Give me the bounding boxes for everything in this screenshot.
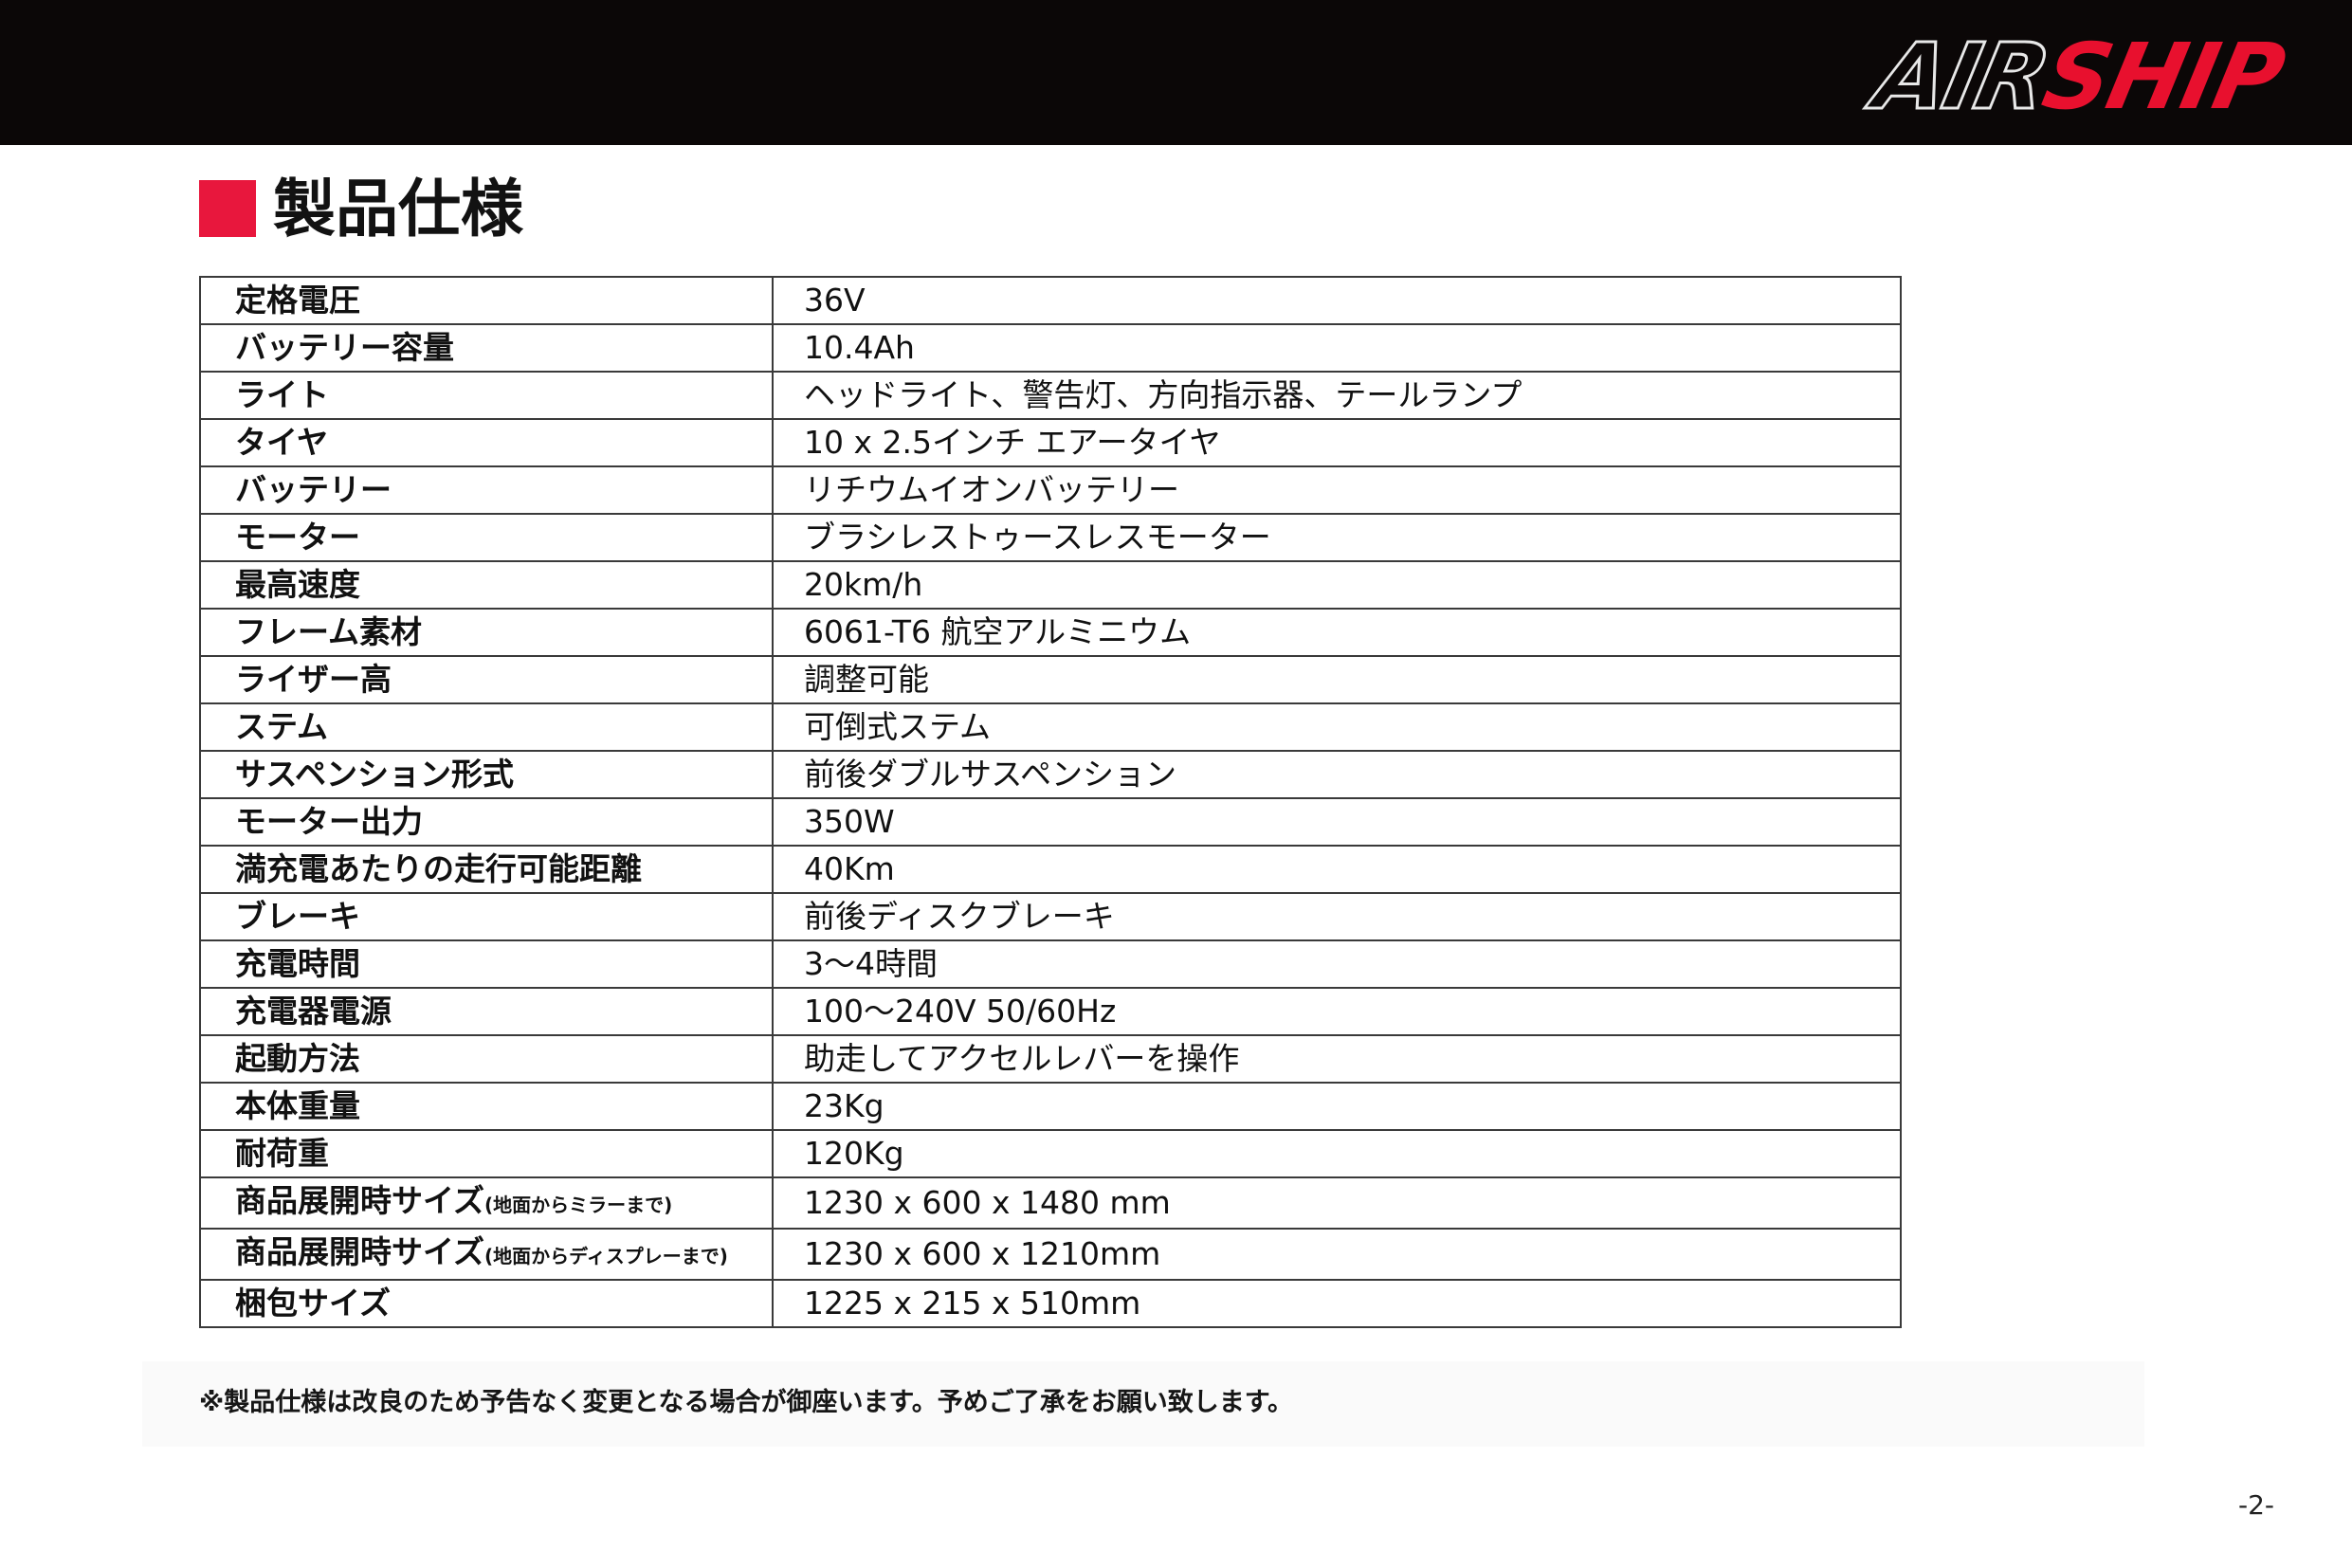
spec-label: バッテリー容量 xyxy=(199,323,774,373)
table-row: タイヤ 10 x 2.5インチ エアータイヤ xyxy=(199,418,1902,467)
spec-label-cell: 商品展開時サイズ(地面からミラーまで) xyxy=(199,1176,774,1230)
table-row: 本体重量 23Kg xyxy=(199,1082,1902,1131)
spec-value: 助走してアクセルレバーを操作 xyxy=(772,1034,1902,1084)
spec-value: 3〜4時間 xyxy=(772,939,1902,989)
spec-value: 40Km xyxy=(772,845,1902,894)
spec-value: リチウムイオンバッテリー xyxy=(772,465,1902,515)
logo-text-ship: SHIP xyxy=(2033,24,2291,130)
spec-label: サスペンション形式 xyxy=(199,750,774,799)
spec-label: 耐荷重 xyxy=(199,1129,774,1178)
top-banner: AIRSHIP xyxy=(0,0,2352,145)
table-row: バッテリー リチウムイオンバッテリー xyxy=(199,465,1902,515)
table-row: モーター ブラシレストゥースレスモーター xyxy=(199,513,1902,562)
table-row: 充電器電源 100〜240V 50/60Hz xyxy=(199,987,1902,1036)
spec-label: 充電器電源 xyxy=(199,987,774,1036)
spec-value: 前後ディスクブレーキ xyxy=(772,892,1902,941)
footnote: ※製品仕様は改良のため予告なく変更となる場合が御座います。予めご了承をお願い致し… xyxy=(199,1388,1294,1417)
section-marker-square xyxy=(199,180,256,237)
spec-value: ブラシレストゥースレスモーター xyxy=(772,513,1902,562)
spec-label: フレーム素材 xyxy=(199,608,774,657)
table-row: ステム 可倒式ステム xyxy=(199,702,1902,752)
table-row: バッテリー容量 10.4Ah xyxy=(199,323,1902,373)
spec-label: 起動方法 xyxy=(199,1034,774,1084)
spec-label: モーター出力 xyxy=(199,797,774,847)
table-row: 商品展開時サイズ(地面からミラーまで) 1230 x 600 x 1480 mm xyxy=(199,1176,1902,1230)
spec-label-note: (地面からディスプレーまで) xyxy=(484,1245,728,1267)
spec-label: ライザー高 xyxy=(199,655,774,704)
spec-label: モーター xyxy=(199,513,774,562)
spec-value: 23Kg xyxy=(772,1082,1902,1131)
table-row: サスペンション形式 前後ダブルサスペンション xyxy=(199,750,1902,799)
spec-label: 定格電圧 xyxy=(199,276,774,325)
spec-value: 調整可能 xyxy=(772,655,1902,704)
spec-label: 商品展開時サイズ xyxy=(235,1182,485,1219)
spec-value: 20km/h xyxy=(772,560,1902,610)
table-row: 充電時間 3〜4時間 xyxy=(199,939,1902,989)
spec-label: 商品展開時サイズ xyxy=(235,1233,485,1270)
spec-label: 本体重量 xyxy=(199,1082,774,1131)
table-row: ライザー高 調整可能 xyxy=(199,655,1902,704)
spec-value: 36V xyxy=(772,276,1902,325)
table-row: 耐荷重 120Kg xyxy=(199,1129,1902,1178)
logo-text-air: AIR xyxy=(1864,23,2058,132)
spec-value: 10 x 2.5インチ エアータイヤ xyxy=(772,418,1902,467)
spec-value: 1230 x 600 x 1210mm xyxy=(772,1228,1902,1281)
spec-label: タイヤ xyxy=(199,418,774,467)
table-row: ライト ヘッドライト、警告灯、方向指示器、テールランプ xyxy=(199,371,1902,420)
table-row: モーター出力 350W xyxy=(199,797,1902,847)
spec-value: 1225 x 215 x 510mm xyxy=(772,1279,1902,1328)
spec-label-note: (地面からミラーまで) xyxy=(484,1194,673,1216)
spec-label: ステム xyxy=(199,702,774,752)
table-row: 商品展開時サイズ(地面からディスプレーまで) 1230 x 600 x 1210… xyxy=(199,1228,1902,1281)
spec-label: 充電時間 xyxy=(199,939,774,989)
table-row: 起動方法 助走してアクセルレバーを操作 xyxy=(199,1034,1902,1084)
spec-table: 定格電圧 36V バッテリー容量 10.4Ah ライト ヘッドライト、警告灯、方… xyxy=(199,276,1902,1328)
spec-value: 120Kg xyxy=(772,1129,1902,1178)
table-row: 定格電圧 36V xyxy=(199,276,1902,325)
spec-value: 1230 x 600 x 1480 mm xyxy=(772,1176,1902,1230)
spec-value: 6061-T6 航空アルミニウム xyxy=(772,608,1902,657)
spec-label: バッテリー xyxy=(199,465,774,515)
spec-label: 最高速度 xyxy=(199,560,774,610)
spec-value: ヘッドライト、警告灯、方向指示器、テールランプ xyxy=(772,371,1902,420)
table-row: 最高速度 20km/h xyxy=(199,560,1902,610)
spec-value: 350W xyxy=(772,797,1902,847)
airship-logo: AIRSHIP xyxy=(1864,23,2291,132)
spec-value: 100〜240V 50/60Hz xyxy=(772,987,1902,1036)
spec-label-cell: 商品展開時サイズ(地面からディスプレーまで) xyxy=(199,1228,774,1281)
table-row: 満充電あたりの走行可能距離 40Km xyxy=(199,845,1902,894)
spec-value: 前後ダブルサスペンション xyxy=(772,750,1902,799)
spec-label: 梱包サイズ xyxy=(199,1279,774,1328)
table-row: ブレーキ 前後ディスクブレーキ xyxy=(199,892,1902,941)
table-row: 梱包サイズ 1225 x 215 x 510mm xyxy=(199,1279,1902,1328)
spec-value: 10.4Ah xyxy=(772,323,1902,373)
page-title: 製品仕様 xyxy=(273,173,523,246)
spec-value: 可倒式ステム xyxy=(772,702,1902,752)
spec-label: 満充電あたりの走行可能距離 xyxy=(199,845,774,894)
spec-label: ブレーキ xyxy=(199,892,774,941)
spec-label: ライト xyxy=(199,371,774,420)
page-number: -2- xyxy=(2237,1489,2274,1521)
table-row: フレーム素材 6061-T6 航空アルミニウム xyxy=(199,608,1902,657)
